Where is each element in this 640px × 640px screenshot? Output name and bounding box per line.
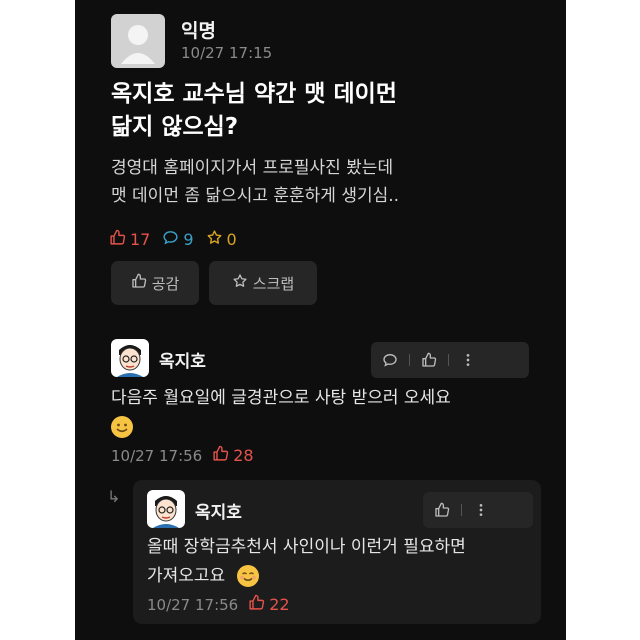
comment-meta: 10/27 17:56 28 xyxy=(111,445,254,466)
anonymous-avatar xyxy=(111,14,165,68)
post-time: 10/27 17:15 xyxy=(181,44,273,62)
more-vertical-icon[interactable] xyxy=(462,502,500,518)
reply-author: 옥지호 xyxy=(195,503,242,523)
comment-time: 10/27 17:56 xyxy=(111,446,203,465)
scrap-button-label: 스크랩 xyxy=(252,274,295,293)
post-body: 경영대 홈페이지가서 프로필사진 봤는데 맷 데이먼 좀 닮으시고 훈훈하게 생… xyxy=(111,154,551,210)
reply-text-line2: 가져오고요 xyxy=(147,566,226,586)
reply-text-line1: 올때 장학금추천서 사인이나 이런거 필요하면 xyxy=(147,537,466,557)
thumbs-up-icon[interactable] xyxy=(410,352,448,368)
smile-emoji-icon xyxy=(111,416,133,438)
post-stats: 17 9 0 xyxy=(109,229,237,250)
post-title-line1: 옥지호 교수님 약간 맷 데이먼 xyxy=(111,81,397,107)
speech-bubble-icon xyxy=(162,229,179,250)
smile-emoji-icon xyxy=(236,565,259,587)
reply-avatar xyxy=(147,490,185,528)
like-count-value: 17 xyxy=(130,230,151,249)
thumbs-up-icon xyxy=(248,594,265,615)
reply-time: 10/27 17:56 xyxy=(147,595,239,614)
post-body-line1: 경영대 홈페이지가서 프로필사진 봤는데 xyxy=(111,158,394,178)
post-body-line2: 맷 데이먼 좀 닮으시고 훈훈하게 생기심.. xyxy=(111,186,400,206)
comment-like-count: 28 xyxy=(212,445,254,466)
post-screen: 익명 10/27 17:15 옥지호 교수님 약간 맷 데이먼 닮지 않으심? … xyxy=(75,0,566,640)
comment-like-value: 28 xyxy=(233,446,254,465)
star-icon xyxy=(206,229,223,250)
comment-action-bar xyxy=(371,342,529,378)
like-button[interactable]: 공감 xyxy=(111,261,199,305)
post-author: 익명 xyxy=(181,20,216,42)
comment-count-value: 9 xyxy=(183,230,194,249)
comment-text: 다음주 월요일에 글경관으로 사탕 받으러 오세요 xyxy=(111,384,551,442)
scrap-count: 0 xyxy=(206,229,237,250)
reply-meta: 10/27 17:56 22 xyxy=(147,594,290,615)
like-button-label: 공감 xyxy=(151,274,180,293)
scrap-count-value: 0 xyxy=(226,230,237,249)
reply-comment-icon[interactable] xyxy=(371,352,409,368)
reply-action-bar xyxy=(423,492,533,528)
more-vertical-icon[interactable] xyxy=(449,352,487,368)
thumbs-up-icon xyxy=(131,273,147,293)
comment-count: 9 xyxy=(162,229,194,250)
thumbs-up-icon xyxy=(109,229,126,250)
thumbs-up-icon[interactable] xyxy=(423,502,461,518)
comment-author: 옥지호 xyxy=(159,352,206,372)
scrap-button[interactable]: 스크랩 xyxy=(209,261,317,305)
like-count: 17 xyxy=(109,229,150,250)
reply-like-value: 22 xyxy=(269,595,290,614)
star-icon xyxy=(232,273,248,293)
comment-text-line: 다음주 월요일에 글경관으로 사탕 받으러 오세요 xyxy=(111,388,451,408)
reply-text: 올때 장학금추천서 사인이나 이런거 필요하면 가져오고요 xyxy=(147,533,537,591)
post-title: 옥지호 교수님 약간 맷 데이먼 닮지 않으심? xyxy=(111,78,541,144)
reply-arrow-icon: ↳ xyxy=(107,487,121,506)
thumbs-up-icon xyxy=(212,445,229,466)
reply-like-count: 22 xyxy=(248,594,290,615)
post-title-line2: 닮지 않으심? xyxy=(111,114,239,140)
comment-avatar xyxy=(111,339,149,377)
